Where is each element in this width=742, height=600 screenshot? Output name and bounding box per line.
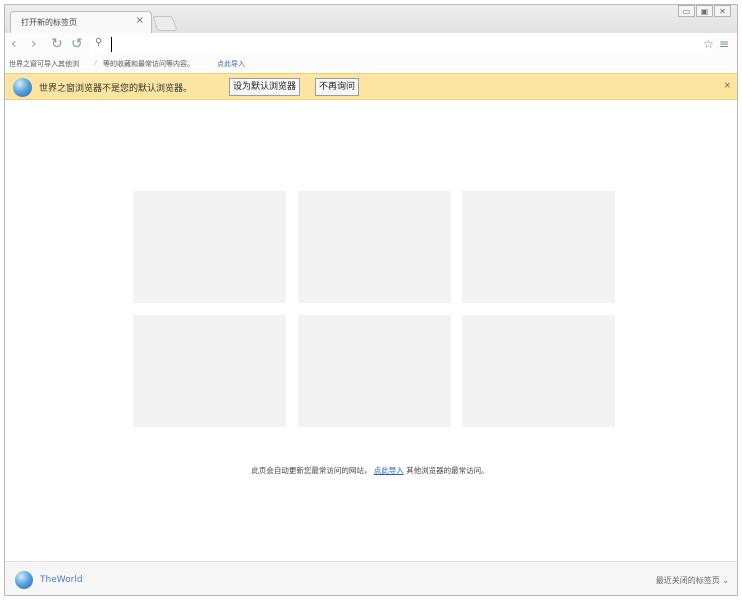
import-separator: ⁄ <box>95 59 97 67</box>
auto-update-note: 此页会自动更新您最常访问的网站， 点此导入 其他浏览器的最常访问。 <box>5 465 735 476</box>
import-link[interactable]: 点此导入 <box>217 59 245 69</box>
title-bar: 打开新的标签页 × ▭ ▣ ✕ <box>5 5 737 33</box>
import-text-part1: 世界之窗可导入其他浏 <box>9 60 79 68</box>
infobar-message: 世界之窗浏览器不是您的默认浏览器。 <box>39 84 193 94</box>
speed-dial-tile-3[interactable] <box>462 191 615 303</box>
status-bar: TheWorld 最近关闭的标签页 ⌄ <box>5 561 737 595</box>
theworld-logo-icon <box>15 571 33 589</box>
browser-window: 打开新的标签页 × ▭ ▣ ✕ ‹ › ↻ ↺ ⚲ ☆ ≡ 世界之窗可导入其他浏… <box>4 4 738 596</box>
speed-dial-tile-1[interactable] <box>133 191 286 303</box>
address-bar[interactable]: ⚲ <box>91 37 711 53</box>
recently-closed-label: 最近关闭的标签页 <box>655 576 720 585</box>
import-text-part2: 等的收藏和最常访问等内容。 <box>103 60 194 68</box>
close-window-button[interactable]: ✕ <box>714 5 731 17</box>
chevron-down-icon: ⌄ <box>722 576 729 585</box>
forward-icon[interactable]: › <box>31 36 37 52</box>
new-tab-button[interactable] <box>152 16 178 31</box>
speed-dial-tile-4[interactable] <box>133 315 286 427</box>
menu-icon[interactable]: ≡ <box>719 37 729 51</box>
import-link-inline[interactable]: 点此导入 <box>374 466 404 475</box>
undo-close-icon[interactable]: ↺ <box>71 36 83 52</box>
speed-dial-tile-6[interactable] <box>462 315 615 427</box>
brand-name: TheWorld <box>40 575 83 585</box>
dont-ask-again-button[interactable]: 不再询问 <box>315 78 360 96</box>
star-icon[interactable]: ☆ <box>703 37 714 51</box>
note-text-after: 其他浏览器的最常访问。 <box>406 466 489 475</box>
globe-icon <box>13 78 32 97</box>
infobar-close-icon[interactable]: × <box>723 81 731 91</box>
speed-dial-tile-5[interactable] <box>298 315 451 427</box>
tab-new-tab-page[interactable]: 打开新的标签页 × <box>10 11 152 33</box>
tab-title: 打开新的标签页 <box>21 18 77 27</box>
note-text-before: 此页会自动更新您最常访问的网站， <box>251 466 372 475</box>
restore-window-button[interactable]: ▭ <box>678 5 695 17</box>
tab-close-icon[interactable]: × <box>136 15 144 26</box>
speed-dial-tile-2[interactable] <box>298 191 451 303</box>
import-bar: 世界之窗可导入其他浏 ⁄ 等的收藏和最常访问等内容。 点此导入 <box>5 57 737 71</box>
address-input[interactable] <box>111 37 692 52</box>
back-icon[interactable]: ‹ <box>11 36 17 52</box>
set-default-browser-button[interactable]: 设为默认浏览器 <box>229 78 301 96</box>
maximize-window-button[interactable]: ▣ <box>696 5 713 17</box>
reload-icon[interactable]: ↻ <box>51 36 63 52</box>
search-icon: ⚲ <box>95 37 103 48</box>
navigation-bar: ‹ › ↻ ↺ ⚲ ☆ ≡ <box>5 33 737 57</box>
recently-closed-tabs-button[interactable]: 最近关闭的标签页 ⌄ <box>656 575 729 586</box>
default-browser-infobar: 世界之窗浏览器不是您的默认浏览器。 设为默认浏览器 不再询问 × <box>5 73 737 100</box>
